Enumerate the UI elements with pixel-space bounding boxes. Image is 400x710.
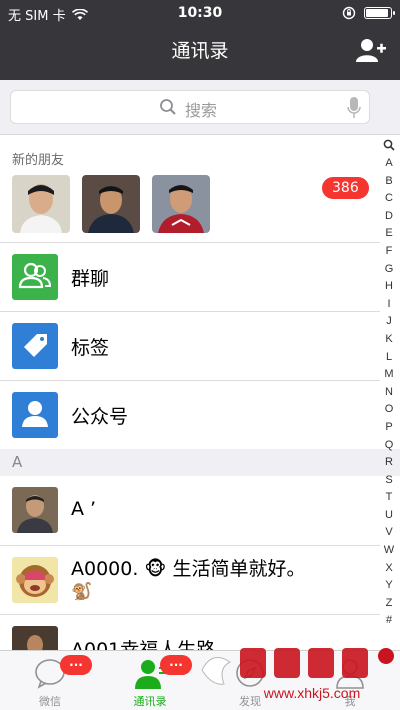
tab-label: 微信	[39, 695, 61, 708]
index-letter[interactable]: C	[385, 190, 393, 208]
search-input[interactable]: 搜索	[10, 90, 370, 124]
new-friends-avatars[interactable]	[12, 175, 210, 233]
index-letter[interactable]: E	[385, 225, 392, 243]
group-chat-icon	[12, 254, 58, 300]
tab-contacts[interactable]: ... 通讯录	[100, 651, 200, 710]
section-header-letter: A	[12, 453, 23, 471]
tab-label: 我	[344, 695, 356, 708]
index-letter[interactable]: V	[385, 524, 392, 542]
index-letter[interactable]: P	[385, 419, 392, 437]
index-letter[interactable]: T	[386, 489, 393, 507]
new-friends-title: 新的朋友	[12, 153, 65, 168]
status-bar: 无 SIM 卡 10:30	[0, 0, 400, 26]
compass-icon	[236, 659, 264, 687]
tab-badge: ...	[160, 655, 192, 675]
battery-icon	[364, 7, 395, 19]
avatar[interactable]	[12, 175, 70, 233]
contact-name: A ’	[71, 498, 97, 520]
official-accounts-label: 公众号	[71, 406, 129, 428]
index-letter[interactable]: J	[386, 313, 392, 331]
index-letter[interactable]: S	[385, 472, 392, 490]
list-item[interactable]: A0000. 🐵 生活简单就好。 🐒	[0, 545, 380, 614]
index-letter[interactable]: W	[384, 542, 394, 560]
search-icon[interactable]	[383, 139, 395, 151]
search-placeholder: 搜索	[185, 101, 218, 120]
tab-discover[interactable]: 发现	[200, 651, 300, 710]
index-letter[interactable]: U	[385, 507, 393, 525]
avatar[interactable]	[152, 175, 210, 233]
add-friend-icon[interactable]	[356, 38, 386, 64]
index-letter[interactable]: G	[385, 261, 394, 279]
index-letter[interactable]: Y	[385, 577, 392, 595]
tab-label: 通讯录	[133, 695, 167, 708]
index-letter[interactable]: A	[385, 155, 392, 173]
index-letter[interactable]: K	[385, 331, 392, 349]
avatar	[12, 487, 58, 533]
index-letter[interactable]: H	[385, 278, 393, 296]
alphabet-index[interactable]: A B C D E F G H I J K L M N O P Q R S T …	[381, 139, 397, 630]
index-letter[interactable]: R	[385, 454, 393, 472]
list-item[interactable]: A001幸福人生路	[0, 614, 380, 672]
index-letter[interactable]: D	[385, 208, 393, 226]
avatar[interactable]	[82, 175, 140, 233]
index-letter[interactable]: Z	[386, 595, 393, 613]
group-chats-row[interactable]: 群聊	[0, 242, 380, 311]
avatar	[12, 557, 58, 603]
tab-badge: ...	[60, 655, 92, 675]
index-letter[interactable]: B	[385, 173, 392, 191]
top-bar: 无 SIM 卡 10:30 通讯录	[0, 0, 400, 80]
official-account-icon	[12, 392, 58, 438]
page-title: 通讯录	[171, 40, 229, 62]
clock: 10:30	[177, 5, 223, 21]
tags-row[interactable]: 标签	[0, 311, 380, 380]
index-letter[interactable]: I	[387, 296, 390, 314]
index-letter[interactable]: Q	[385, 437, 394, 455]
tags-label: 标签	[71, 337, 110, 359]
new-friends-count-badge: 386	[322, 177, 369, 199]
contact-name-extra: 🐒	[71, 582, 93, 602]
list-item[interactable]: A ’	[0, 476, 380, 545]
contact-name: A0000. 🐵 生活简单就好。	[71, 558, 306, 580]
group-chats-label: 群聊	[71, 268, 110, 290]
tab-me[interactable]: 我	[300, 651, 400, 710]
index-letter[interactable]: O	[385, 401, 394, 419]
official-accounts-row[interactable]: 公众号	[0, 380, 380, 449]
index-letter[interactable]: M	[384, 366, 393, 384]
tag-icon	[12, 323, 58, 369]
index-letter[interactable]: #	[386, 612, 392, 630]
section-header: A	[0, 449, 400, 476]
index-letter[interactable]: N	[385, 384, 393, 402]
tab-bar: ... 微信 ... 通讯录 发现 我	[0, 650, 400, 710]
microphone-icon[interactable]	[347, 97, 361, 119]
index-letter[interactable]: L	[386, 349, 392, 367]
index-letter[interactable]: X	[385, 560, 392, 578]
tab-label: 发现	[239, 695, 261, 708]
index-letter[interactable]: F	[386, 243, 393, 261]
search-bar: 搜索	[0, 80, 400, 135]
search-icon	[160, 99, 176, 115]
tab-chats[interactable]: ... 微信	[0, 651, 100, 710]
profile-icon	[336, 659, 364, 689]
rotation-lock-icon	[342, 6, 356, 20]
